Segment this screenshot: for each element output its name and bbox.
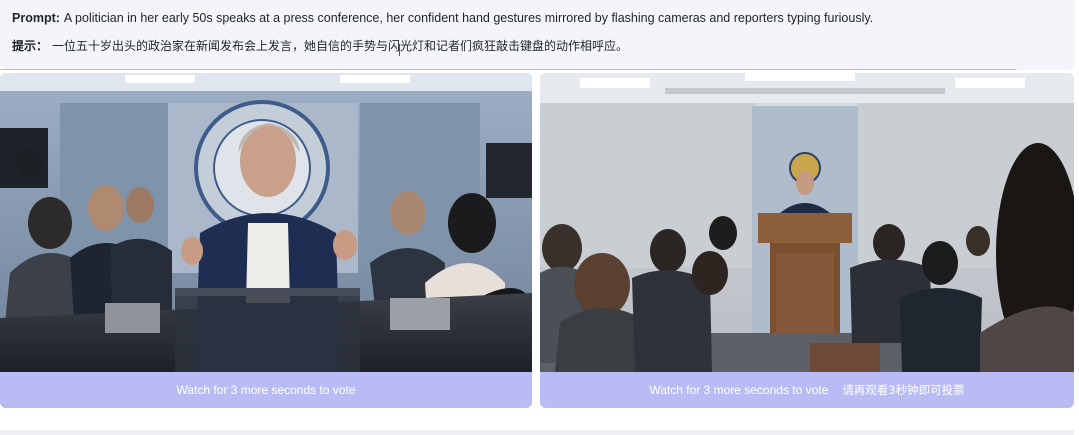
prompt-label: Prompt: — [12, 11, 60, 25]
prompt-panel: Prompt: A politician in her early 50s spe… — [0, 0, 1074, 70]
text-cursor-icon — [399, 44, 400, 56]
vote-countdown-text-zh: 请再观看3秒钟即可投票 — [842, 383, 965, 397]
prompt-text-zh: 一位五十岁出头的政治家在新闻发布会上发言，她自信的手势与闪光灯和记者们疯狂敲击键… — [52, 39, 629, 53]
vote-bar-right[interactable]: Watch for 3 more seconds to vote 请再观看3秒钟… — [540, 372, 1074, 408]
prompt-label-zh: 提示： — [12, 39, 49, 53]
prompt-divider — [0, 69, 1016, 70]
vote-bar-left[interactable]: Watch for 3 more seconds to vote — [0, 372, 532, 408]
bottom-strip — [0, 430, 1074, 435]
video-left[interactable] — [0, 73, 532, 372]
vote-countdown-text: Watch for 3 more seconds to vote — [176, 383, 356, 397]
video-right[interactable] — [540, 73, 1074, 372]
video-card-right[interactable]: Watch for 3 more seconds to vote 请再观看3秒钟… — [540, 73, 1074, 408]
video-card-left[interactable]: Watch for 3 more seconds to vote — [0, 73, 532, 408]
prompt-english: Prompt: A politician in her early 50s spe… — [12, 11, 873, 25]
vote-countdown-text: Watch for 3 more seconds to vote — [649, 383, 829, 397]
prompt-text: A politician in her early 50s speaks at … — [63, 11, 874, 25]
prompt-chinese: 提示： 一位五十岁出头的政治家在新闻发布会上发言，她自信的手势与闪光灯和记者们疯狂… — [12, 37, 628, 54]
